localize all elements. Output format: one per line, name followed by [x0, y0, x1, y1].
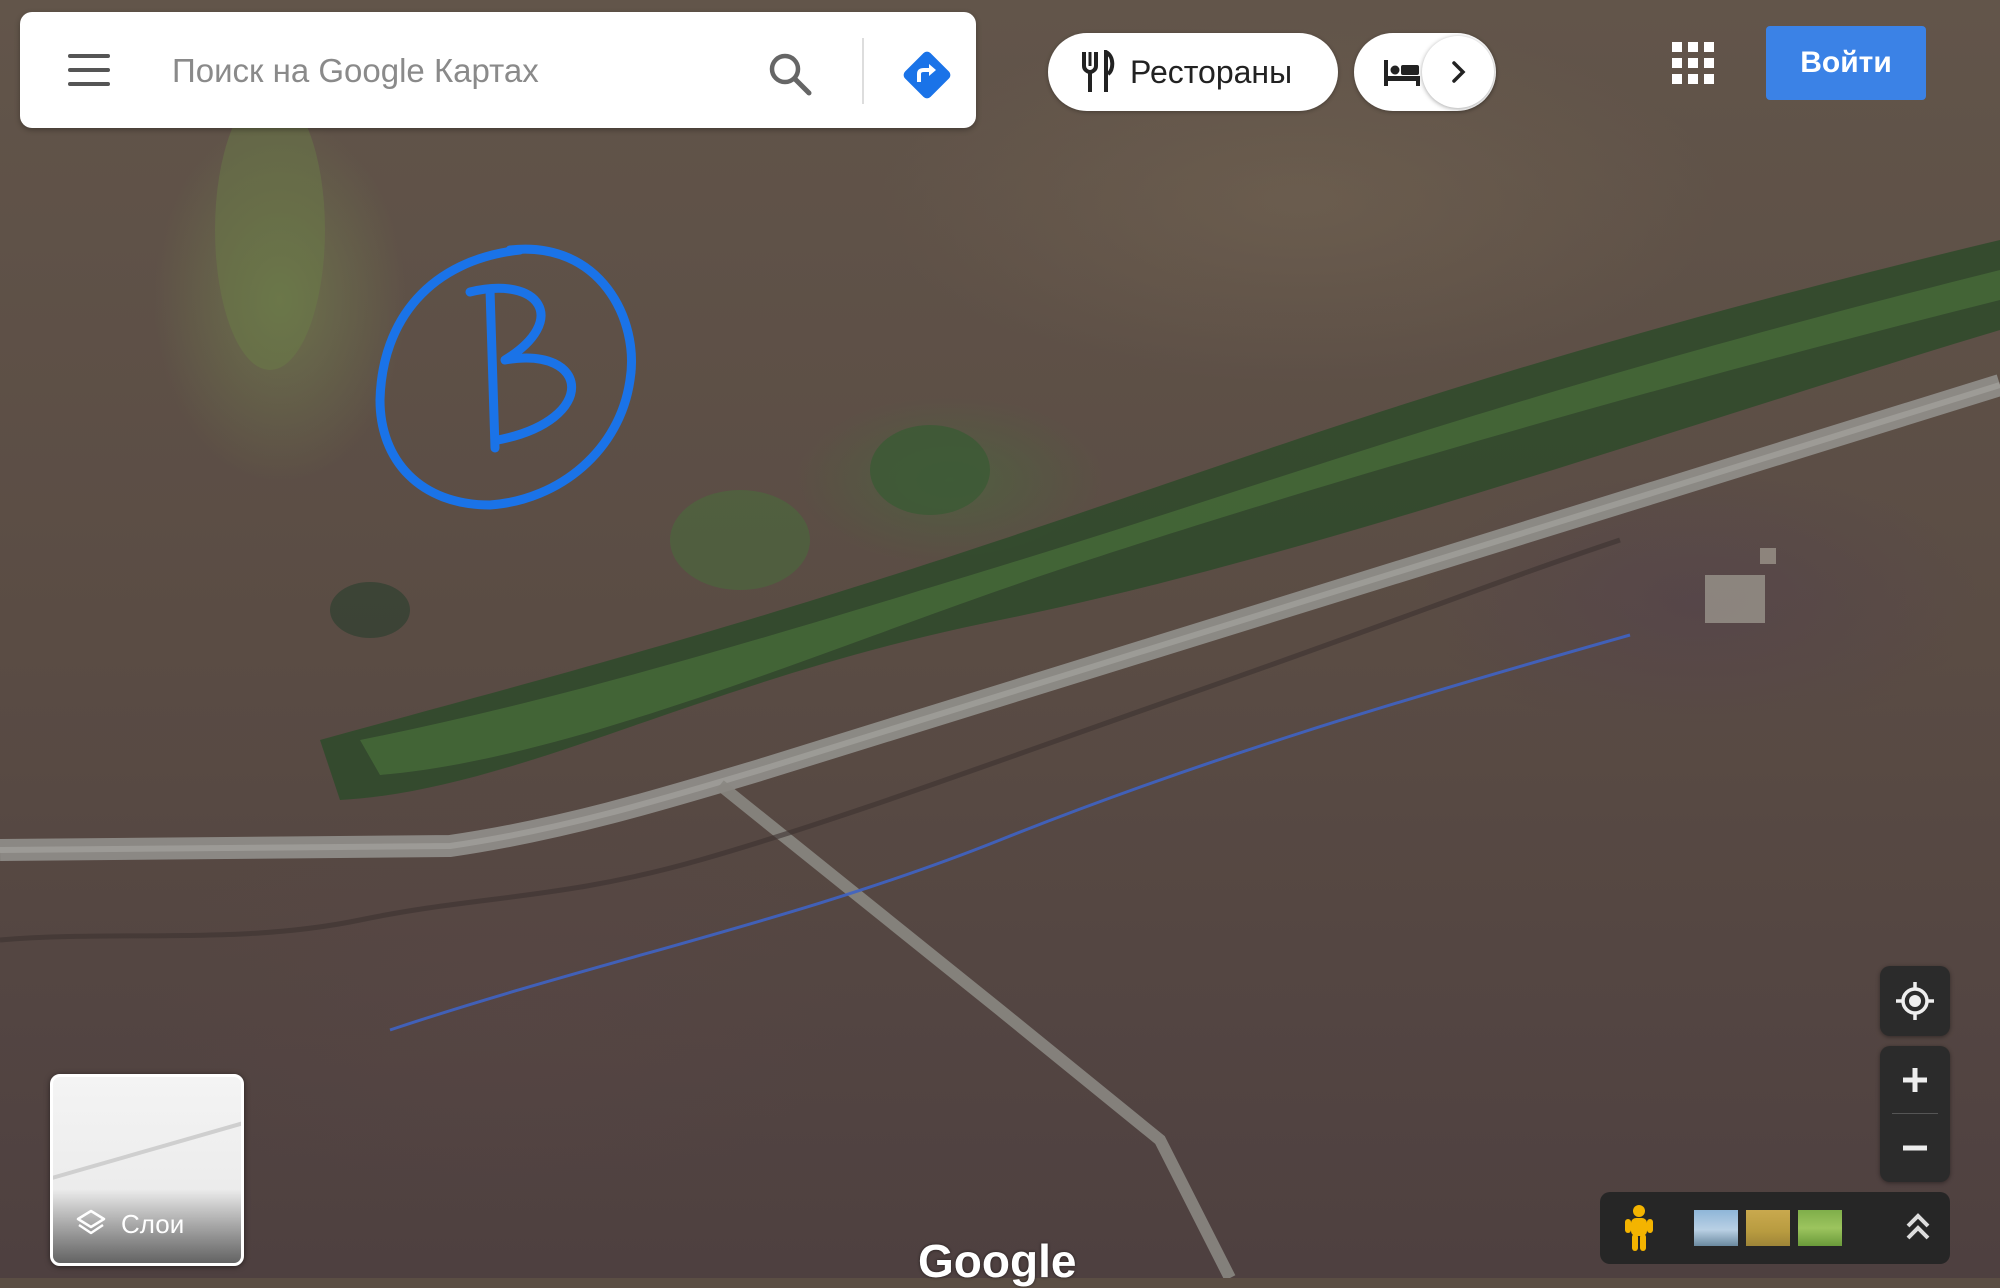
- zoom-in-button[interactable]: [1880, 1046, 1950, 1114]
- satellite-map[interactable]: [0, 0, 2000, 1278]
- annotation-circle-b: [375, 244, 636, 510]
- search-divider: [862, 38, 864, 104]
- plus-icon: [1903, 1068, 1927, 1092]
- zoom-out-button[interactable]: [1880, 1114, 1950, 1182]
- my-location-button[interactable]: [1880, 966, 1950, 1036]
- hotel-icon: [1384, 60, 1420, 86]
- directions-icon[interactable]: [898, 46, 956, 104]
- layers-label: Слои: [121, 1209, 185, 1239]
- restaurants-chip[interactable]: Рестораны: [1048, 33, 1338, 111]
- pegman-icon[interactable]: [1622, 1204, 1656, 1252]
- map-thumbnail-3[interactable]: [1798, 1210, 1842, 1246]
- layers-icon: [76, 1209, 106, 1235]
- expand-up-icon[interactable]: [1900, 1208, 1936, 1248]
- map-features: [0, 90, 2000, 1278]
- minus-icon: [1903, 1145, 1927, 1151]
- location-crosshair-icon: [1896, 982, 1934, 1020]
- google-logo: Google: [918, 1235, 1077, 1287]
- menu-icon[interactable]: [64, 46, 114, 94]
- restaurant-icon: [1082, 50, 1115, 92]
- zoom-controls: [1880, 1046, 1950, 1182]
- google-apps-icon[interactable]: [1672, 42, 1714, 84]
- map-thumbnail-1[interactable]: [1694, 1210, 1738, 1246]
- map-thumbnail-2[interactable]: [1746, 1210, 1790, 1246]
- restaurants-label: Рестораны: [1130, 53, 1293, 90]
- search-icon[interactable]: [766, 50, 814, 98]
- search-input[interactable]: [170, 42, 734, 100]
- chips-next-button[interactable]: [1422, 36, 1494, 108]
- map-type-bar: [1600, 1192, 1950, 1264]
- signin-button[interactable]: Войти: [1766, 26, 1926, 100]
- layers-button[interactable]: Слои: [50, 1074, 244, 1266]
- side-road: [716, 780, 1236, 1278]
- chevron-right-icon: [1452, 61, 1466, 83]
- layers-thumbnail-road: [53, 1116, 241, 1182]
- search-box: [20, 12, 976, 128]
